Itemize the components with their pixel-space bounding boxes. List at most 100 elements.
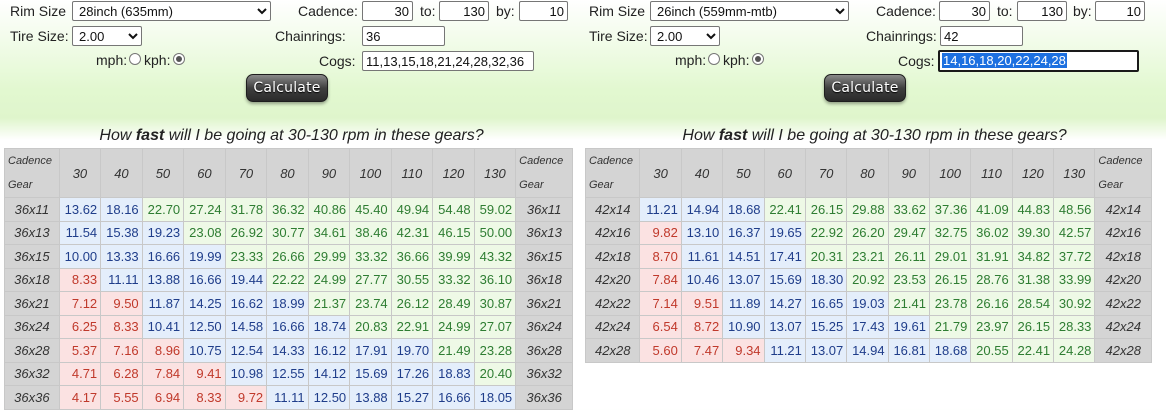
speed-cell: 19.03	[846, 291, 889, 316]
question-prefix: How	[99, 127, 136, 144]
speed-cell: 26.92	[224, 220, 268, 245]
cadence-by-label: by:	[496, 3, 515, 19]
cadence-header: 110	[970, 148, 1013, 198]
chainrings-input[interactable]	[940, 26, 1023, 46]
speed-cell: 26.16	[970, 291, 1013, 316]
tire-size-select[interactable]: 2.00	[650, 26, 720, 46]
speed-cell: 30.55	[390, 267, 434, 292]
question-emphasis: fast	[135, 127, 165, 144]
speed-cell: 34.82	[1011, 244, 1055, 269]
cadence-from-input[interactable]	[939, 1, 990, 21]
speed-cell: 27.07	[473, 314, 517, 339]
table-row: 36x28 5.37 7.16 8.96 10.75 12.54 14.33 16.12 17.…	[4, 338, 573, 363]
table-row: 42x14 11.21 14.94 18.68 22.41 26.15 29.88 33.62…	[584, 197, 1152, 222]
speed-cell: 14.94	[846, 338, 889, 363]
speed-cell: 13.88	[349, 385, 392, 410]
mph-radio[interactable]	[708, 53, 720, 65]
speed-cell: 24.99	[432, 314, 475, 339]
corner-gear-label: Gear	[589, 179, 614, 191]
chainrings-input[interactable]	[362, 26, 445, 46]
speed-cell: 14.33	[266, 338, 309, 363]
speed-cell: 13.88	[141, 267, 185, 292]
corner-cadence-label: Cadence	[519, 155, 564, 167]
cadence-header: 80	[266, 148, 309, 198]
gear-label: 36x21	[515, 291, 573, 316]
speed-cell: 5.60	[639, 338, 682, 363]
speed-cell: 13.07	[722, 267, 765, 292]
speed-cell: 26.20	[846, 220, 889, 245]
speed-cell: 17.43	[846, 314, 889, 339]
gear-label: 42x22	[584, 291, 641, 316]
speed-cell: 23.53	[887, 267, 930, 292]
speed-cell: 15.27	[390, 385, 434, 410]
table-row: 36x21 7.12 9.50 11.87 14.25 16.62 18.99 21.37 23…	[4, 291, 573, 316]
cadence-to-input[interactable]	[439, 1, 489, 21]
cogs-label: Cogs:	[319, 53, 356, 69]
cadence-header: 120	[432, 148, 475, 198]
gear-label: 42x14	[1094, 197, 1152, 222]
speed-cell: 15.69	[349, 361, 392, 386]
cadence-by-input[interactable]	[1095, 1, 1145, 21]
speed-cell: 37.72	[1053, 244, 1096, 269]
speed-cell: 18.68	[928, 338, 972, 363]
speed-cell: 16.37	[722, 220, 765, 245]
speed-cell: 13.07	[763, 314, 806, 339]
cadence-from-input[interactable]	[362, 1, 413, 21]
speed-cell: 43.32	[473, 244, 517, 269]
question-emphasis: fast	[718, 127, 748, 144]
corner-cadence-label: Cadence	[1098, 155, 1143, 167]
speed-cell: 16.66	[432, 385, 475, 410]
cadence-by-input[interactable]	[519, 1, 568, 21]
speed-cell: 11.89	[722, 291, 765, 316]
cogs-input[interactable]: 14,16,18,20,22,24,28	[938, 50, 1139, 72]
rim-size-select[interactable]: 28inch (635mm)	[72, 1, 271, 21]
table-row: 36x32 4.71 6.28 7.84 9.41 10.98 12.55 14.12 15.6…	[4, 361, 573, 386]
result-question: How fast will I be going at 30-130 rpm i…	[583, 127, 1166, 145]
kph-radio[interactable]	[173, 53, 185, 65]
speed-cell: 21.37	[307, 291, 351, 316]
speed-cell: 19.44	[224, 267, 268, 292]
calculate-button[interactable]: Calculate	[824, 74, 906, 102]
gear-speed-table: Cadence Gear 30 40 50 60 70 80 90 100 110 120 130 Cad…	[584, 148, 1152, 363]
gear-label: 36x18	[515, 267, 573, 292]
speed-cell: 23.78	[928, 291, 972, 316]
speed-cell: 10.46	[680, 267, 724, 292]
gear-label: 36x28	[4, 338, 60, 363]
kph-radio[interactable]	[752, 53, 764, 65]
speed-cell: 14.94	[680, 197, 724, 222]
chainrings-label: Chainrings:	[866, 28, 937, 44]
rim-size-select[interactable]: 26inch (559mm-mtb)	[650, 1, 849, 21]
speed-cell: 6.94	[141, 385, 185, 410]
speed-cell: 44.83	[1011, 197, 1055, 222]
calculate-button[interactable]: Calculate	[246, 74, 328, 102]
speed-cell: 59.02	[473, 197, 517, 222]
speed-cell: 21.79	[928, 314, 972, 339]
table-row: 36x24 6.25 8.33 10.41 12.50 14.58 16.66 18.74 20…	[4, 314, 573, 339]
speed-cell: 18.68	[722, 197, 765, 222]
cadence-header: 60	[183, 148, 226, 198]
speed-cell: 19.23	[141, 220, 185, 245]
speed-cell: 9.72	[224, 385, 268, 410]
speed-cell: 26.66	[266, 244, 309, 269]
cadence-header: 50	[141, 148, 185, 198]
gear-label: 42x28	[584, 338, 641, 363]
cadence-to-input[interactable]	[1017, 1, 1067, 21]
speed-cell: 10.98	[224, 361, 268, 386]
speed-cell: 22.92	[804, 220, 848, 245]
tire-size-select[interactable]: 2.00	[72, 26, 142, 46]
speed-cell: 36.66	[390, 244, 434, 269]
corner-cadence-label: Cadence	[589, 155, 634, 167]
question-suffix: will I be going at 30-130 rpm in these g…	[747, 127, 1067, 144]
speed-cell: 16.66	[183, 267, 226, 292]
speed-cell: 28.33	[1053, 314, 1096, 339]
cogs-input[interactable]	[362, 51, 534, 71]
mph-radio[interactable]	[129, 53, 141, 65]
speed-cell: 40.86	[307, 197, 351, 222]
speed-cell: 16.65	[804, 291, 848, 316]
cadence-label: Cadence:	[876, 3, 936, 19]
speed-cell: 24.28	[1053, 338, 1096, 363]
chainrings-label: Chainrings:	[275, 28, 346, 44]
gear-label: 36x28	[515, 338, 573, 363]
gear-label: 36x24	[515, 314, 573, 339]
speed-cell: 6.54	[639, 314, 682, 339]
